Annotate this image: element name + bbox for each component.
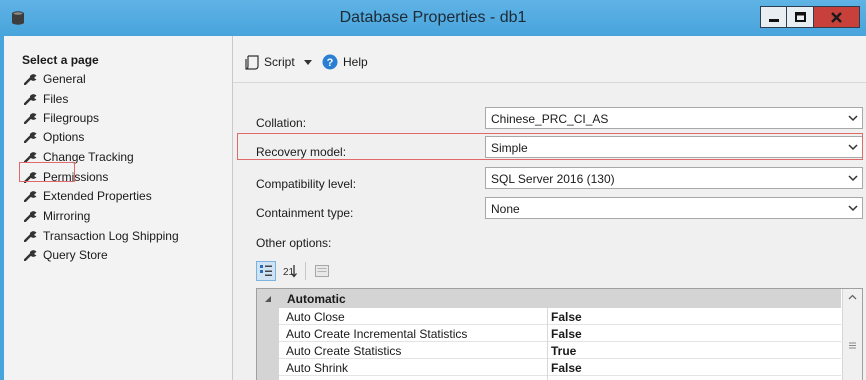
categorized-icon	[260, 265, 272, 276]
recovery-model-highlight-box	[237, 133, 863, 160]
nav-item-filegroups[interactable]: Filegroups	[24, 109, 99, 126]
toolbar: Script ? Help	[233, 36, 866, 83]
dropdown-arrow-icon	[303, 59, 312, 65]
wrench-icon	[24, 190, 37, 202]
collation-label: Collation:	[256, 116, 307, 130]
property-name: Auto Shrink	[286, 361, 349, 375]
wrench-icon	[24, 210, 37, 222]
property-row-auto-create-incremental-statistics[interactable]: Auto Create Incremental Statistics False	[279, 325, 841, 342]
property-value[interactable]: True	[551, 344, 576, 358]
title-bar[interactable]: Database Properties - db1	[0, 0, 866, 36]
chevron-down-icon	[848, 115, 858, 122]
collation-value: Chinese_PRC_CI_AS	[491, 112, 609, 126]
close-icon	[831, 11, 842, 23]
nav-item-label: Transaction Log Shipping	[43, 228, 179, 243]
script-label: Script	[264, 55, 295, 69]
collapse-triangle-icon[interactable]	[264, 295, 272, 303]
wrench-icon	[24, 131, 37, 143]
minimize-button[interactable]	[760, 6, 787, 28]
scroll-grip-icon[interactable]	[848, 341, 857, 350]
other-options-grid: Automatic Auto Close False Auto Create I…	[256, 288, 863, 380]
containment-type-value: None	[491, 202, 520, 216]
help-button[interactable]: ? Help	[322, 53, 368, 71]
compatibility-level-value: SQL Server 2016 (130)	[491, 172, 615, 186]
options-highlight-box	[19, 162, 75, 182]
property-name: Auto Create Statistics	[286, 344, 402, 358]
svg-text:21: 21	[283, 267, 295, 278]
alphabetical-view-button[interactable]: 21	[280, 261, 300, 281]
scroll-up-icon[interactable]	[848, 294, 857, 300]
containment-type-label: Containment type:	[256, 206, 354, 220]
nav-item-mirroring[interactable]: Mirroring	[24, 207, 90, 224]
property-value[interactable]: False	[551, 327, 582, 341]
minimize-icon	[768, 19, 779, 22]
close-button[interactable]	[814, 6, 860, 28]
help-icon: ?	[322, 54, 338, 70]
wrench-icon	[24, 93, 37, 105]
property-value[interactable]: False	[551, 361, 582, 375]
property-name: Auto Create Incremental Statistics	[286, 327, 468, 341]
svg-text:?: ?	[327, 57, 334, 69]
chevron-down-icon	[848, 175, 858, 182]
toolbar-divider	[305, 262, 306, 280]
nav-item-files[interactable]: Files	[24, 90, 68, 107]
property-pages-button[interactable]	[312, 261, 332, 281]
script-button[interactable]: Script	[245, 53, 312, 71]
chevron-down-icon	[848, 205, 858, 212]
nav-item-label: Files	[43, 91, 69, 106]
nav-item-label: Extended Properties	[43, 188, 152, 203]
property-pages-icon	[315, 265, 329, 277]
category-label: Automatic	[287, 292, 346, 306]
nav-item-options[interactable]: Options	[24, 128, 84, 145]
select-page-heading: Select a page	[22, 53, 99, 67]
property-name: Auto Close	[286, 310, 345, 324]
property-value[interactable]: False	[551, 310, 582, 324]
wrench-icon	[24, 112, 37, 124]
wrench-icon	[24, 151, 37, 163]
categorized-view-button[interactable]	[256, 261, 276, 281]
nav-item-label: Options	[43, 129, 85, 144]
category-automatic[interactable]: Automatic	[279, 289, 841, 308]
collation-select[interactable]: Chinese_PRC_CI_AS	[485, 107, 863, 129]
other-options-label: Other options:	[256, 236, 332, 250]
vertical-scrollbar[interactable]	[842, 289, 862, 380]
compatibility-level-select[interactable]: SQL Server 2016 (130)	[485, 167, 863, 189]
page-selector: Select a page General Files Filegroups O…	[4, 36, 233, 380]
window-title: Database Properties - db1	[339, 9, 527, 26]
property-row-auto-close[interactable]: Auto Close False	[279, 308, 841, 325]
property-row-auto-create-statistics[interactable]: Auto Create Statistics True	[279, 342, 841, 359]
maximize-button[interactable]	[787, 6, 814, 28]
sort-alphabetical-icon: 21	[283, 265, 297, 278]
nav-item-label: Mirroring	[43, 208, 91, 223]
wrench-icon	[24, 73, 37, 85]
maximize-icon	[794, 12, 806, 22]
compatibility-level-label: Compatibility level:	[256, 177, 357, 191]
column-divider	[547, 308, 548, 380]
nav-item-query-store[interactable]: Query Store	[24, 246, 108, 263]
property-row-auto-shrink[interactable]: Auto Shrink False	[279, 359, 841, 376]
nav-item-transaction-log-shipping[interactable]: Transaction Log Shipping	[24, 227, 179, 244]
nav-item-general[interactable]: General	[24, 70, 86, 87]
nav-item-label: Query Store	[43, 247, 108, 262]
script-icon	[245, 54, 259, 70]
wrench-icon	[24, 249, 37, 261]
database-properties-window: Database Properties - db1 Select a page …	[0, 0, 866, 380]
nav-item-extended-properties[interactable]: Extended Properties	[24, 187, 152, 204]
help-label: Help	[343, 55, 368, 69]
nav-item-label: General	[43, 71, 86, 86]
containment-type-select[interactable]: None	[485, 197, 863, 219]
wrench-icon	[24, 230, 37, 242]
nav-item-label: Filegroups	[43, 110, 100, 125]
